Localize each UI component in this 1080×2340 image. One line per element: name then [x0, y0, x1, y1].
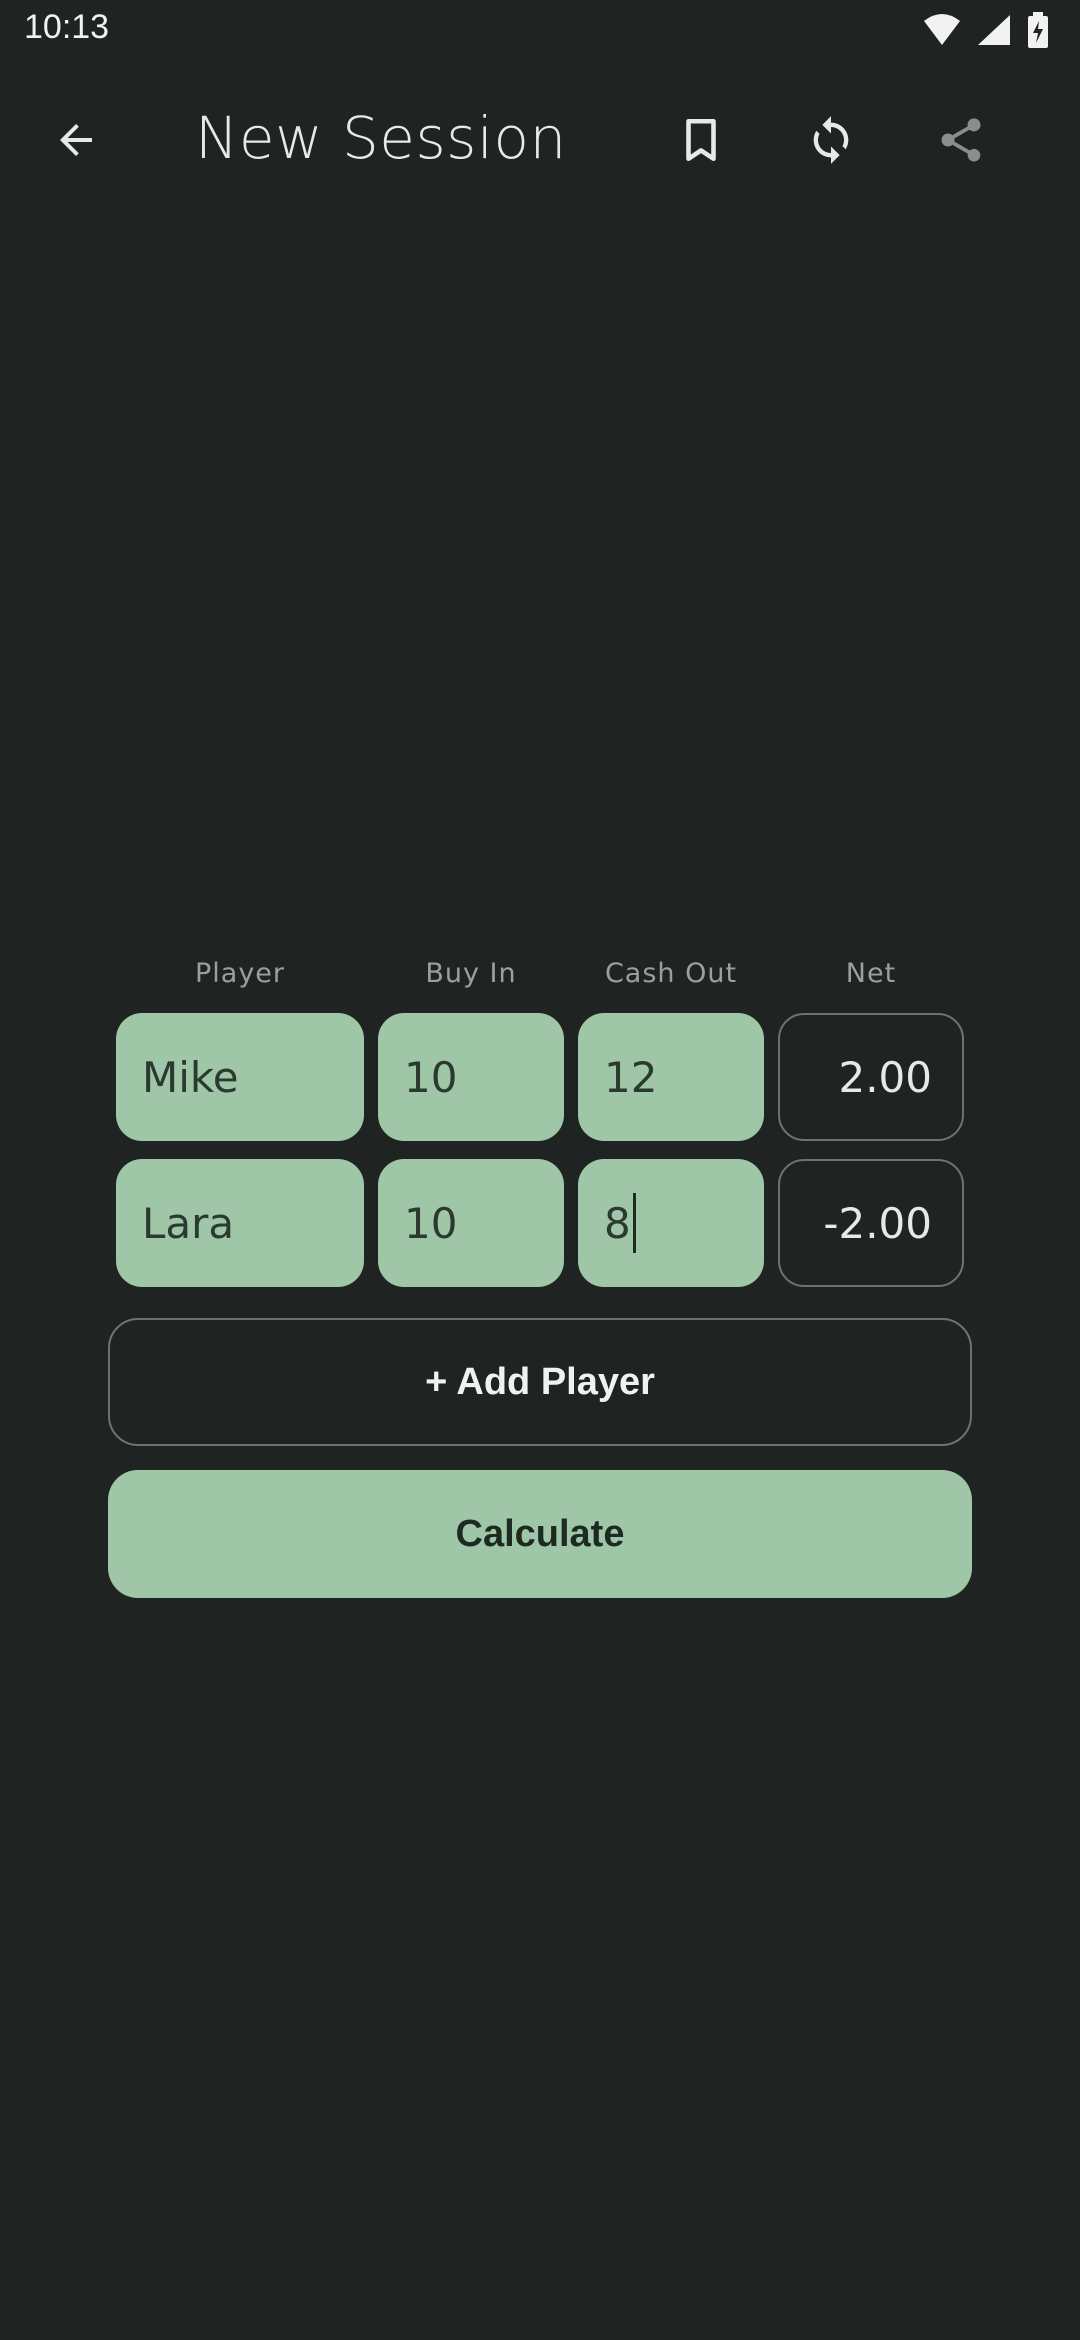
app-bar: New Session — [0, 84, 1080, 196]
bookmark-icon — [686, 118, 716, 162]
player-name-field[interactable]: Mike — [116, 1013, 364, 1141]
cash-out-field[interactable]: 12 — [578, 1013, 764, 1141]
buy-in-field[interactable]: 10 — [378, 1013, 564, 1141]
arrow-back-icon — [60, 124, 92, 156]
status-icons — [922, 12, 1050, 48]
buy-in-value: 10 — [404, 1198, 458, 1248]
bookmark-button[interactable] — [645, 84, 757, 196]
header-net: Net — [845, 958, 897, 989]
share-button[interactable] — [905, 84, 1017, 196]
player-name-value: Mike — [142, 1052, 239, 1102]
net-value: -2.00 — [823, 1198, 932, 1248]
net-value: 2.00 — [838, 1052, 932, 1102]
calculate-button[interactable]: Calculate — [108, 1470, 972, 1598]
wifi-icon — [924, 14, 960, 45]
status-bar: 10:13 — [0, 0, 1080, 60]
cellular-signal-icon — [978, 15, 1010, 45]
table-row: Mike 10 12 2.00 — [0, 1013, 1080, 1143]
sync-button[interactable] — [775, 84, 887, 196]
header-player: Player — [194, 958, 286, 989]
cash-out-value: 8 — [604, 1198, 631, 1248]
net-field: 2.00 — [778, 1013, 964, 1141]
header-buy-in: Buy In — [425, 958, 517, 989]
net-field: -2.00 — [778, 1159, 964, 1287]
add-player-button[interactable]: + Add Player — [108, 1318, 972, 1446]
text-cursor — [632, 1193, 636, 1253]
status-time: 10:13 — [24, 8, 110, 46]
sync-icon — [813, 116, 849, 164]
buy-in-field[interactable]: 10 — [378, 1159, 564, 1287]
page-title: New Session — [195, 104, 567, 172]
player-name-value: Lara — [142, 1198, 235, 1248]
table-header: Player Buy In Cash Out Net — [0, 958, 1080, 998]
cash-out-field[interactable]: 8 — [578, 1159, 764, 1287]
battery-icon — [1028, 12, 1048, 48]
player-name-field[interactable]: Lara — [116, 1159, 364, 1287]
header-cash-out: Cash Out — [604, 958, 738, 989]
share-icon — [941, 118, 981, 162]
table-row: Lara 10 8 -2.00 — [0, 1159, 1080, 1289]
back-button[interactable] — [20, 84, 132, 196]
cash-out-value: 12 — [604, 1052, 658, 1102]
buy-in-value: 10 — [404, 1052, 458, 1102]
